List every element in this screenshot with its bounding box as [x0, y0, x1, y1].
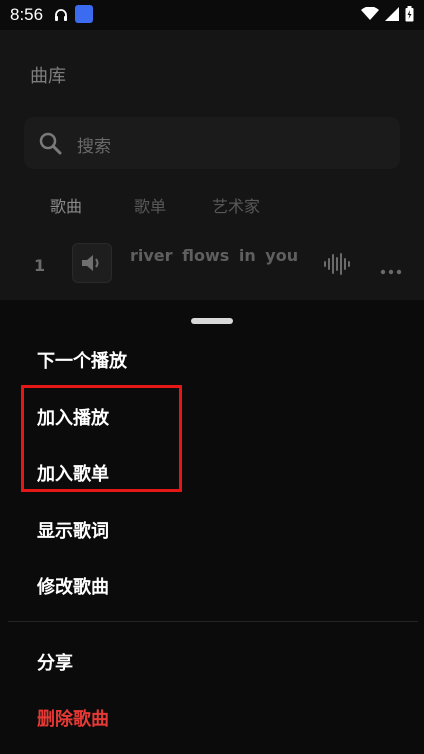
tab-songs[interactable]: 歌曲: [50, 193, 82, 217]
battery-icon: [405, 6, 414, 22]
page-title: 曲库: [30, 66, 66, 87]
more-options-icon[interactable]: [380, 260, 402, 279]
signal-icon: [385, 7, 399, 21]
show-lyrics-item[interactable]: 显示歌词: [37, 517, 109, 543]
tab-playlists[interactable]: 歌单: [134, 193, 166, 217]
delete-song-item[interactable]: 删除歌曲: [37, 705, 109, 731]
search-bar[interactable]: 搜索: [24, 117, 400, 169]
share-item[interactable]: 分享: [37, 649, 73, 675]
song-title[interactable]: river flows in you: [130, 246, 298, 265]
speaker-icon: [82, 255, 99, 271]
song-index: 1: [34, 256, 46, 275]
divider: [8, 621, 418, 622]
highlight-box: [21, 385, 182, 492]
song-options-sheet: 下一个播放 加入播放 加入歌单 显示歌词 修改歌曲 分享 删除歌曲: [0, 300, 424, 754]
drag-handle[interactable]: [191, 318, 233, 324]
headphones-icon: [54, 7, 68, 26]
search-icon: [38, 131, 62, 159]
wifi-icon: [361, 7, 379, 20]
search-placeholder: 搜索: [77, 137, 111, 157]
status-time: 8:56: [10, 5, 44, 24]
library-page: 曲库 搜索 歌曲 歌单 艺术家 1 river flows in you: [0, 30, 424, 300]
waveform-icon: [323, 252, 351, 280]
edit-song-item[interactable]: 修改歌曲: [37, 573, 109, 599]
play-next-item[interactable]: 下一个播放: [37, 347, 127, 373]
tab-artists[interactable]: 艺术家: [212, 193, 260, 217]
app-notification-icon: [75, 5, 93, 23]
status-bar: 8:56: [0, 0, 424, 30]
song-artwork[interactable]: [72, 243, 112, 283]
